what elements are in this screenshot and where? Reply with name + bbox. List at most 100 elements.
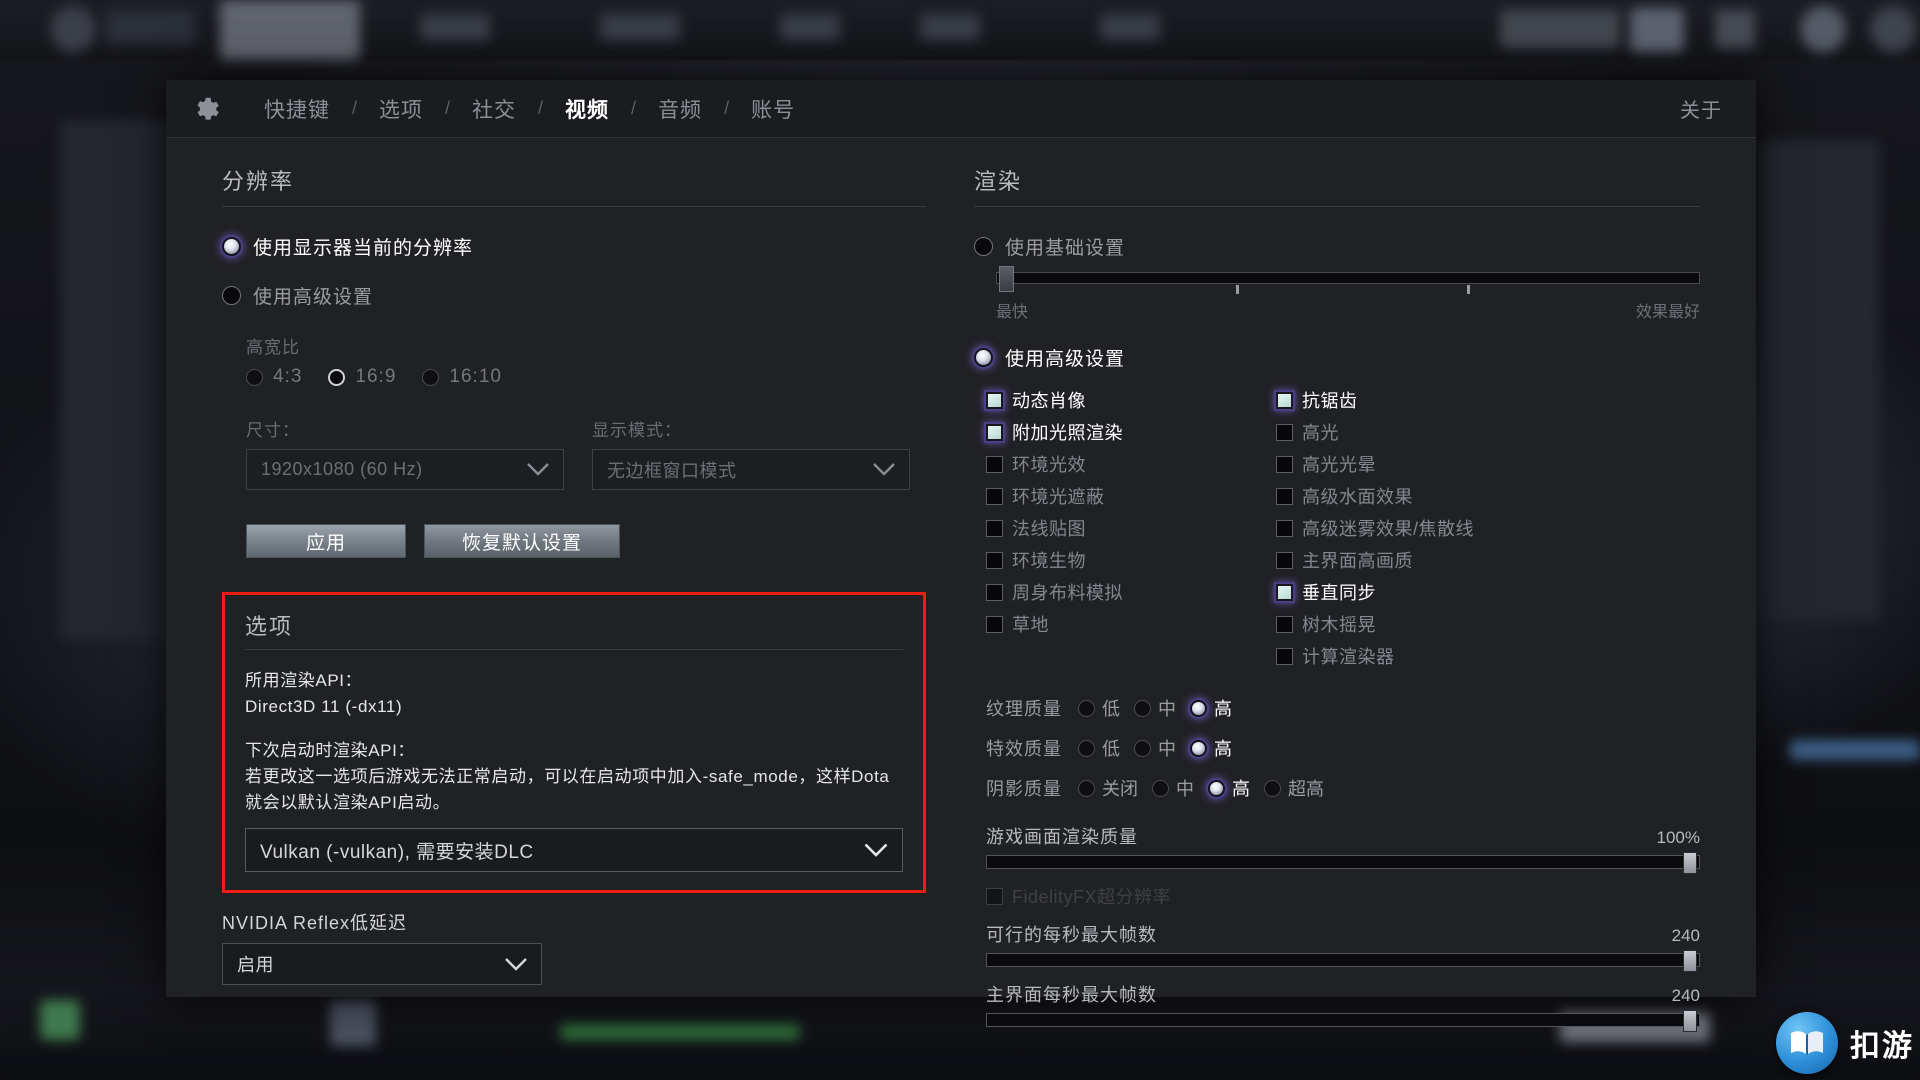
max-fps-slider[interactable] <box>986 950 1700 972</box>
radio-icon-16-9[interactable] <box>328 368 346 386</box>
checkbox-icon[interactable] <box>1276 519 1293 537</box>
radio-icon[interactable] <box>1190 699 1207 717</box>
checkbox-icon[interactable] <box>1276 551 1293 569</box>
reset-defaults-button[interactable]: 恢复默认设置 <box>424 524 620 558</box>
checkbox-icon[interactable] <box>1276 615 1293 633</box>
render-column: 渲染 使用基础设置 最快 效果最好 使用高级设置 动态肖像 附加光照渲染 环境光… <box>956 164 1756 1032</box>
tab-hotkeys[interactable]: 快捷键 <box>242 92 352 126</box>
apply-button[interactable]: 应用 <box>246 524 406 558</box>
radio-icon[interactable] <box>1134 739 1151 757</box>
checkbox-bloom[interactable]: 高光光晕 <box>1276 451 1700 477</box>
radio-use-basic-settings[interactable]: 使用基础设置 <box>974 233 1700 260</box>
checkbox-ambient-occlusion[interactable]: 环境光遮蔽 <box>986 483 1276 509</box>
checkbox-label: 环境生物 <box>1012 551 1086 571</box>
render-quality-value: 100% <box>1656 828 1700 847</box>
quality-option-high[interactable]: 高 <box>1190 735 1232 761</box>
bg-blob <box>1630 8 1684 52</box>
tab-social[interactable]: 社交 <box>450 92 538 126</box>
checkbox-fidelityfx[interactable]: FidelityFX超分辨率 <box>986 883 1700 909</box>
checkbox-dynamic-portrait[interactable]: 动态肖像 <box>986 387 1276 413</box>
radio-icon[interactable] <box>1078 739 1095 757</box>
checkbox-ambient-creatures[interactable]: 环境生物 <box>986 547 1276 573</box>
radio-icon[interactable] <box>1152 779 1169 797</box>
quality-option-ultra[interactable]: 超高 <box>1264 775 1324 801</box>
radio-use-advanced-render[interactable]: 使用高级设置 <box>974 344 1700 371</box>
render-quality-slider[interactable] <box>986 852 1700 874</box>
checkbox-cloth-simulation[interactable]: 周身布料模拟 <box>986 579 1276 605</box>
checkbox-tree-sway[interactable]: 树木摇晃 <box>1276 611 1700 637</box>
size-label: 尺寸： <box>246 421 300 440</box>
radio-icon[interactable] <box>222 237 241 256</box>
divider <box>245 649 903 650</box>
checkbox-icon[interactable] <box>1276 391 1293 409</box>
radio-icon[interactable] <box>974 348 993 367</box>
quality-option-low[interactable]: 低 <box>1078 695 1120 721</box>
quality-option-high[interactable]: 高 <box>1208 775 1250 801</box>
tab-video[interactable]: 视频 <box>543 92 631 126</box>
radio-icon[interactable] <box>1208 779 1225 797</box>
radio-icon[interactable] <box>222 286 241 305</box>
tab-options[interactable]: 选项 <box>357 92 445 126</box>
quality-option-medium[interactable]: 中 <box>1134 695 1176 721</box>
basic-quality-slider[interactable] <box>996 266 1700 294</box>
checkbox-icon[interactable] <box>986 615 1003 633</box>
radio-icon-16-10[interactable] <box>422 368 440 386</box>
checkbox-ambient-light[interactable]: 环境光效 <box>986 451 1276 477</box>
size-select[interactable]: 1920x1080 (60 Hz) <box>246 449 564 490</box>
quality-option-medium[interactable]: 中 <box>1152 775 1194 801</box>
radio-icon[interactable] <box>1078 699 1095 717</box>
gear-icon[interactable] <box>192 94 222 124</box>
radio-use-advanced-resolution[interactable]: 使用高级设置 <box>222 282 926 309</box>
nvidia-reflex-select[interactable]: 启用 <box>222 943 542 985</box>
checkbox-icon[interactable] <box>986 487 1003 505</box>
quality-option-medium[interactable]: 中 <box>1134 735 1176 761</box>
checkbox-vsync[interactable]: 垂直同步 <box>1276 579 1700 605</box>
checkbox-normal-maps[interactable]: 法线贴图 <box>986 515 1276 541</box>
radio-icon[interactable] <box>1134 699 1151 717</box>
tab-audio[interactable]: 音频 <box>636 92 724 126</box>
radio-icon[interactable] <box>974 237 993 256</box>
checkbox-icon[interactable] <box>986 519 1003 537</box>
checkbox-icon[interactable] <box>986 583 1003 601</box>
quality-option-off[interactable]: 关闭 <box>1078 775 1138 801</box>
checkbox-icon[interactable] <box>986 887 1003 905</box>
bg-blob <box>60 120 170 640</box>
checkbox-advanced-fog[interactable]: 高级迷雾效果/焦散线 <box>1276 515 1700 541</box>
checkbox-antialiasing[interactable]: 抗锯齿 <box>1276 387 1700 413</box>
about-link[interactable]: 关于 <box>1680 94 1730 123</box>
checkbox-icon[interactable] <box>1276 423 1293 441</box>
checkbox-icon[interactable] <box>1276 455 1293 473</box>
checkbox-icon[interactable] <box>986 551 1003 569</box>
quality-option-low[interactable]: 低 <box>1078 735 1120 761</box>
radio-use-current-resolution[interactable]: 使用显示器当前的分辨率 <box>222 233 926 260</box>
checkbox-icon[interactable] <box>1276 647 1293 665</box>
checkbox-compute-shader[interactable]: 计算渲染器 <box>1276 643 1700 669</box>
slider-knob[interactable] <box>1683 950 1697 972</box>
checkbox-icon[interactable] <box>986 391 1003 409</box>
checkbox-additive-lighting[interactable]: 附加光照渲染 <box>986 419 1276 445</box>
checkbox-specular[interactable]: 高光 <box>1276 419 1700 445</box>
slider-knob[interactable] <box>1683 852 1697 874</box>
tab-account[interactable]: 账号 <box>729 92 817 126</box>
render-api-select[interactable]: Vulkan (-vulkan), 需要安装DLC <box>245 828 903 872</box>
slider-knob[interactable] <box>999 266 1014 292</box>
checkbox-grass[interactable]: 草地 <box>986 611 1276 637</box>
max-fps-ui-slider[interactable] <box>986 1010 1700 1032</box>
checkbox-advanced-water[interactable]: 高级水面效果 <box>1276 483 1700 509</box>
radio-icon[interactable] <box>1190 739 1207 757</box>
checkbox-icon[interactable] <box>1276 487 1293 505</box>
display-mode-select[interactable]: 无边框窗口模式 <box>592 449 910 490</box>
slider-knob[interactable] <box>1683 1010 1697 1032</box>
checkbox-icon[interactable] <box>986 455 1003 473</box>
radio-icon[interactable] <box>1264 779 1281 797</box>
checkbox-icon[interactable] <box>1276 583 1293 601</box>
radio-icon[interactable] <box>1078 779 1095 797</box>
checkbox-high-quality-ui[interactable]: 主界面高画质 <box>1276 547 1700 573</box>
slider-caption-left: 最快 <box>996 304 1029 321</box>
radio-icon-4-3[interactable] <box>246 368 263 386</box>
checkbox-icon[interactable] <box>986 423 1003 441</box>
checkbox-label: 环境光效 <box>1012 455 1086 475</box>
radio-label: 使用基础设置 <box>1005 238 1126 259</box>
quality-option-high[interactable]: 高 <box>1190 695 1232 721</box>
quality-row-label: 特效质量 <box>986 739 1062 759</box>
